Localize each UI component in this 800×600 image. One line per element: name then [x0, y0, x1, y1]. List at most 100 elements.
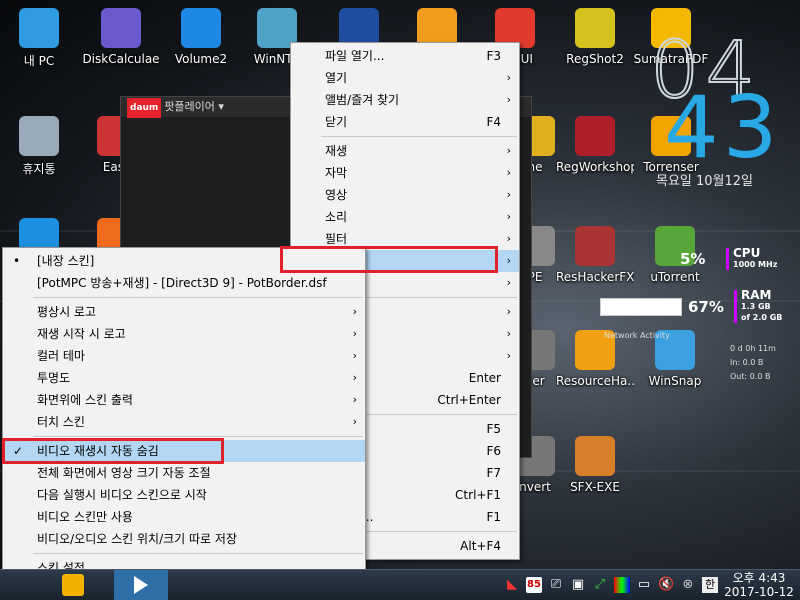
net-out: Out: 0.0 B	[730, 372, 771, 381]
menu-shortcut: Alt+F4	[460, 539, 501, 553]
menu-shortcut: Enter	[468, 371, 501, 385]
battery-icon[interactable]: ▭	[636, 577, 652, 593]
taskbar-date: 2017-10-12	[724, 585, 794, 599]
chevron-right-icon: ›	[506, 305, 511, 318]
skin-menu-item[interactable]: ✓ 비디오 재생시 자동 숨김	[3, 440, 365, 462]
menu-item-label: 비디오 재생시 자동 숨김	[37, 444, 159, 458]
desktop-icon[interactable]: DiskCalculae	[82, 8, 160, 66]
skin-menu-item[interactable]: 화면위에 스킨 출력 ›	[3, 389, 365, 411]
main-menu-item[interactable]: 재생 ›	[291, 140, 519, 162]
ram-sub2: of 2.0 GB	[741, 313, 783, 322]
color-icon[interactable]	[614, 577, 630, 593]
desktop-icon[interactable]: SFX-EXE	[556, 436, 634, 494]
desktop-icon[interactable]: ResHackerFX	[556, 226, 634, 284]
menu-item-label: 컬러 테마	[37, 349, 85, 363]
desktop-icon-label: uTorrent	[650, 270, 700, 284]
main-menu-item[interactable]: 파일 열기... F3	[291, 45, 519, 67]
skin-menu-item[interactable]: 비디오/오디오 스킨 위치/크기 따로 저장	[3, 528, 365, 550]
skin-menu-item[interactable]: 전체 화면에서 영상 크기 자동 조절	[3, 462, 365, 484]
chevron-right-icon: ›	[506, 276, 511, 289]
skin-menu-item[interactable]: 평상시 로고 ›	[3, 301, 365, 323]
chevron-right-icon: ›	[506, 254, 511, 267]
taskbar-app-explorer[interactable]	[62, 574, 84, 596]
skin-menu-item[interactable]: 재생 시작 시 로고 ›	[3, 323, 365, 345]
main-menu-item[interactable]: 앨범/즐겨 찾기 ›	[291, 89, 519, 111]
network-icon[interactable]: ▣	[570, 577, 586, 593]
taskbar-clock[interactable]: 오후 4:43 2017-10-12	[724, 571, 794, 599]
cubes-icon	[575, 8, 615, 48]
cpu-sub: 1000 MHz	[733, 260, 778, 269]
menu-item-label: 다음 실행시 비디오 스킨으로 시작	[37, 488, 207, 502]
ram-sub1: 1.3 GB	[741, 302, 771, 311]
desktop-icon-label: 내 PC	[23, 54, 55, 68]
main-menu-item[interactable]: 영상 ›	[291, 184, 519, 206]
chevron-right-icon: ›	[352, 371, 357, 384]
menu-shortcut: F3	[486, 49, 501, 63]
pie-chart-icon	[101, 8, 141, 48]
computer-icon	[19, 8, 59, 48]
chevron-right-icon: ›	[506, 93, 511, 106]
ram-label: RAM	[741, 288, 772, 302]
menu-item-label: 자막	[325, 166, 348, 180]
potplayer-title[interactable]: 팟플레이어 ▾	[164, 100, 224, 113]
main-menu-item[interactable]: 열기 ›	[291, 67, 519, 89]
taskbar: ◣ 85 ⎚ ▣ ⤢ ▭ 🔇 ⊗ 한 오후 4:43 2017-10-12	[0, 569, 800, 600]
skin-menu-item[interactable]: 다음 실행시 비디오 스킨으로 시작	[3, 484, 365, 506]
main-menu-item[interactable]: 자막 ›	[291, 162, 519, 184]
desktop-icon-label: RegShot2	[566, 52, 624, 66]
menu-item-label: 닫기	[325, 115, 348, 129]
badge-icon[interactable]: 85	[526, 577, 542, 593]
menu-item-label: 비디오/오디오 스킨 위치/크기 따로 저장	[37, 532, 237, 546]
main-menu-item[interactable]: 닫기 F4	[291, 111, 519, 133]
skin-menu-item[interactable]: 터치 스킨 ›	[3, 411, 365, 433]
box-icon	[575, 436, 615, 476]
skin-menu-item[interactable]: 비디오 스킨만 사용	[3, 506, 365, 528]
menu-shortcut: Ctrl+Enter	[437, 393, 501, 407]
menu-item-label: [내장 스킨]	[37, 254, 95, 268]
desktop-icon[interactable]: RegWorkshop	[556, 116, 634, 174]
menu-shortcut: F4	[486, 115, 501, 129]
menu-shortcut: F1	[486, 510, 501, 524]
hammer-icon	[575, 226, 615, 266]
close-circle-icon[interactable]: ⊗	[680, 577, 696, 593]
desktop-icon-label: ResHackerFX	[556, 270, 634, 284]
chevron-right-icon: ›	[506, 144, 511, 157]
system-tray: ◣ 85 ⎚ ▣ ⤢ ▭ 🔇 ⊗ 한 오후 4:43 2017-10-12	[504, 570, 800, 600]
menu-shortcut: F5	[486, 422, 501, 436]
desktop-icon-label: SFX-EXE	[570, 480, 620, 494]
daum-logo: daum	[127, 98, 162, 118]
menu-item-label: 앨범/즐겨 찾기	[325, 93, 400, 107]
desktop-icon[interactable]: 휴지통	[0, 116, 78, 177]
menu-item-label: 재생 시작 시 로고	[37, 327, 126, 341]
network-warning-icon[interactable]: ◣	[504, 577, 520, 593]
menu-item-label: 필터	[325, 232, 348, 246]
skin-menu-item[interactable]: 투명도 ›	[3, 367, 365, 389]
desktop-icon[interactable]: 내 PC	[0, 8, 78, 69]
skin-menu-item[interactable]: • [내장 스킨]	[3, 250, 365, 272]
chevron-right-icon: ›	[352, 305, 357, 318]
menu-item-label: 평상시 로고	[37, 305, 97, 319]
skin-menu-item[interactable]: [PotMPC 방송+재생] - [Direct3D 9] - PotBorde…	[3, 272, 365, 294]
chevron-right-icon: ›	[506, 210, 511, 223]
network-label: Network Activity	[604, 331, 670, 340]
taskbar-time: 오후 4:43	[732, 571, 786, 585]
desktop-icon[interactable]: Volume2	[162, 8, 240, 66]
volume-mute-icon[interactable]: 🔇	[658, 577, 674, 593]
ram-tag: RAM 1.3 GB of 2.0 GB	[734, 288, 783, 323]
chevron-right-icon: ›	[506, 349, 511, 362]
menu-separator	[33, 553, 363, 554]
main-menu-item[interactable]: 소리 ›	[291, 206, 519, 228]
taskbar-app-potplayer[interactable]	[114, 570, 168, 600]
desktop-icon[interactable]: RegShot2	[556, 8, 634, 66]
cpu-value: 5%	[680, 250, 706, 268]
ime-indicator[interactable]: 한	[702, 577, 718, 593]
skin-menu-item[interactable]: 컬러 테마 ›	[3, 345, 365, 367]
usb-icon[interactable]: ⎚	[548, 577, 564, 593]
menu-item-label: 파일 열기...	[325, 49, 385, 63]
menu-item-label: 열기	[325, 71, 348, 85]
menu-item-label: [PotMPC 방송+재생] - [Direct3D 9] - PotBorde…	[37, 276, 327, 290]
menu-item-label: 투명도	[37, 371, 71, 385]
resize-icon[interactable]: ⤢	[592, 577, 608, 593]
net-time: 0 d 0h 11m	[730, 344, 776, 353]
chevron-right-icon: ›	[352, 349, 357, 362]
